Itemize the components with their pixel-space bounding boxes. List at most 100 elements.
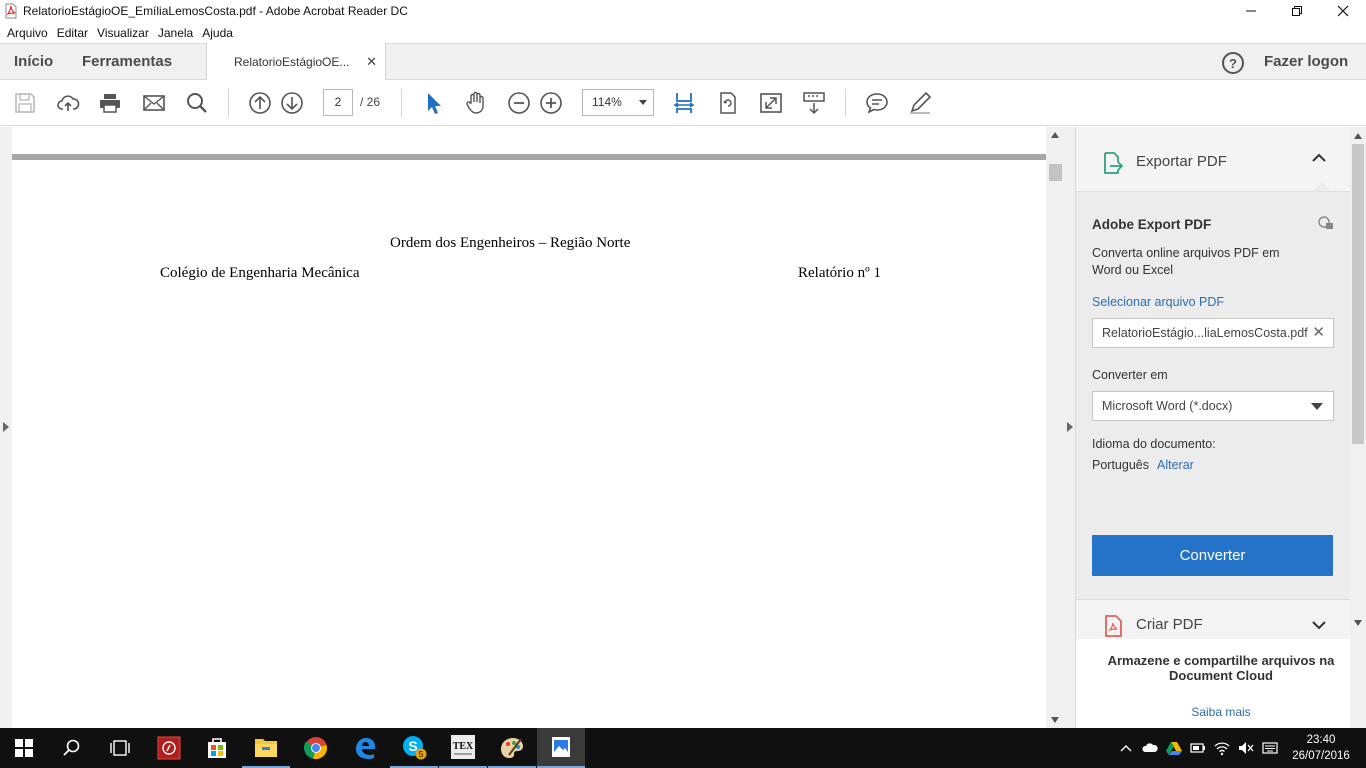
skype-badge: 5 bbox=[419, 750, 424, 759]
task-view-button[interactable] bbox=[96, 728, 144, 768]
comment-icon bbox=[866, 93, 888, 114]
zoom-select[interactable]: 114% bbox=[582, 89, 654, 116]
acrobat-taskbar-app[interactable] bbox=[145, 728, 193, 768]
restore-button[interactable] bbox=[1274, 0, 1320, 22]
help-button[interactable]: ? bbox=[1222, 52, 1244, 74]
save-button[interactable] bbox=[12, 90, 38, 116]
google-drive-icon[interactable] bbox=[1166, 740, 1182, 756]
menu-janela[interactable]: Janela bbox=[158, 26, 193, 40]
onedrive-icon[interactable] bbox=[1142, 740, 1158, 756]
photos-taskbar-app[interactable] bbox=[537, 728, 585, 768]
document-cloud-promo: Armazene e compartilhe arquivos na Docum… bbox=[1076, 639, 1350, 728]
create-pdf-header[interactable]: Criar PDF bbox=[1076, 599, 1350, 639]
print-button[interactable] bbox=[97, 90, 123, 116]
convert-format-select[interactable]: Microsoft Word (*.docx) bbox=[1092, 391, 1334, 421]
chevron-down-icon[interactable] bbox=[1312, 620, 1326, 630]
select-file-link[interactable]: Selecionar arquivo PDF bbox=[1092, 295, 1224, 309]
cloud-service-icon[interactable] bbox=[1317, 215, 1335, 231]
tools-pane-scrollbar[interactable] bbox=[1350, 127, 1366, 728]
zoom-out-button[interactable] bbox=[506, 90, 532, 116]
title-bar: RelatorioEstágioOE_EmíliaLemosCosta.pdf … bbox=[0, 0, 1366, 22]
system-clock[interactable]: 23:40 26/07/2016 bbox=[1290, 732, 1352, 764]
chevron-up-icon[interactable] bbox=[1312, 153, 1326, 163]
scroll-up-icon[interactable] bbox=[1354, 133, 1362, 139]
highlight-icon bbox=[910, 91, 932, 114]
page-number-input[interactable]: 2 bbox=[323, 89, 353, 116]
zoom-in-button[interactable] bbox=[538, 90, 564, 116]
clock-date: 26/07/2016 bbox=[1292, 750, 1350, 762]
right-panel-toggle[interactable] bbox=[1064, 127, 1076, 728]
header-right-text: Relatório nº 1 bbox=[798, 265, 881, 281]
minimize-icon bbox=[1246, 10, 1256, 12]
tab-ferramentas[interactable]: Ferramentas bbox=[82, 44, 172, 80]
file-explorer-taskbar-app[interactable] bbox=[242, 728, 290, 768]
fit-page-button[interactable] bbox=[671, 90, 697, 116]
change-language-link[interactable]: Alterar bbox=[1157, 458, 1194, 472]
minimize-button[interactable] bbox=[1228, 0, 1274, 22]
tex-icon: TEX bbox=[451, 735, 475, 759]
chrome-taskbar-app[interactable] bbox=[292, 728, 340, 768]
hand-tool-button[interactable] bbox=[463, 90, 489, 116]
nav-bar: Início Ferramentas RelatorioEstágioOE...… bbox=[0, 43, 1366, 81]
tab-inicio[interactable]: Início bbox=[14, 44, 53, 80]
next-page-button[interactable] bbox=[279, 90, 305, 116]
scroll-down-icon[interactable] bbox=[1051, 717, 1059, 723]
close-window-button[interactable] bbox=[1320, 0, 1366, 22]
search-button[interactable] bbox=[184, 90, 210, 116]
menu-ajuda[interactable]: Ajuda bbox=[202, 26, 233, 40]
rotate-button[interactable] bbox=[715, 90, 741, 116]
rotate-icon bbox=[720, 92, 736, 114]
upload-cloud-button[interactable] bbox=[55, 90, 81, 116]
battery-icon[interactable] bbox=[1190, 740, 1206, 756]
document-scrollbar[interactable] bbox=[1046, 127, 1064, 728]
taskbar-search-button[interactable] bbox=[48, 728, 96, 768]
highlight-button[interactable] bbox=[907, 90, 933, 116]
window-title: RelatorioEstágioOE_EmíliaLemosCosta.pdf … bbox=[23, 4, 408, 18]
close-tab-icon[interactable]: ✕ bbox=[366, 54, 377, 70]
task-view-icon bbox=[110, 740, 130, 756]
paint-taskbar-app[interactable] bbox=[488, 728, 536, 768]
scroll-mode-icon bbox=[803, 92, 825, 115]
previous-page-button[interactable] bbox=[247, 90, 273, 116]
skype-taskbar-app[interactable]: S5 bbox=[390, 728, 438, 768]
fullscreen-button[interactable] bbox=[758, 90, 784, 116]
export-pdf-header[interactable]: Exportar PDF bbox=[1076, 127, 1350, 192]
store-taskbar-app[interactable] bbox=[193, 728, 241, 768]
toolbar bbox=[0, 80, 1366, 126]
select-tool-button[interactable] bbox=[420, 90, 446, 116]
menu-arquivo[interactable]: Arquivo bbox=[7, 26, 48, 40]
scroll-thumb[interactable] bbox=[1049, 164, 1062, 181]
scroll-mode-button[interactable] bbox=[801, 90, 827, 116]
email-button[interactable] bbox=[141, 90, 167, 116]
learn-more-link[interactable]: Saiba mais bbox=[1076, 705, 1366, 719]
edge-taskbar-app[interactable] bbox=[341, 728, 389, 768]
show-hidden-icons-icon[interactable] bbox=[1118, 740, 1134, 756]
volume-muted-icon[interactable] bbox=[1238, 740, 1254, 756]
scroll-up-icon[interactable] bbox=[1051, 132, 1059, 138]
menu-editar[interactable]: Editar bbox=[57, 26, 88, 40]
convert-button[interactable]: Converter bbox=[1092, 535, 1333, 576]
keyboard-icon[interactable] bbox=[1262, 740, 1278, 756]
comment-button[interactable] bbox=[864, 90, 890, 116]
start-button[interactable] bbox=[0, 728, 48, 768]
page-up-icon bbox=[249, 92, 271, 114]
page-down-icon bbox=[281, 92, 303, 114]
export-pdf-panel: Adobe Export PDF Converta online arquivo… bbox=[1076, 191, 1350, 599]
sign-in-link[interactable]: Fazer logon bbox=[1264, 44, 1348, 80]
scroll-thumb[interactable] bbox=[1352, 144, 1364, 444]
menu-visualizar[interactable]: Visualizar bbox=[97, 26, 149, 40]
left-panel-toggle[interactable] bbox=[0, 127, 12, 728]
scroll-down-icon[interactable] bbox=[1354, 620, 1362, 626]
selected-file-field[interactable]: RelatorioEstágio...liaLemosCosta.pdf ✕ bbox=[1092, 318, 1334, 348]
chrome-icon bbox=[304, 737, 327, 759]
pdf-page[interactable]: Ordem dos Engenheiros – Região Norte Col… bbox=[12, 160, 1046, 728]
clear-file-icon[interactable]: ✕ bbox=[1312, 319, 1325, 347]
menu-bar: Arquivo Editar Visualizar Janela Ajuda bbox=[0, 22, 1366, 43]
service-title: Adobe Export PDF bbox=[1092, 217, 1212, 232]
chevron-down-icon bbox=[639, 100, 647, 105]
start-icon bbox=[15, 739, 33, 757]
wifi-icon[interactable] bbox=[1214, 740, 1230, 756]
close-icon bbox=[1337, 5, 1349, 17]
tab-document[interactable]: RelatorioEstágioOE... ✕ bbox=[206, 43, 386, 81]
tex-taskbar-app[interactable]: TEX bbox=[439, 728, 487, 768]
